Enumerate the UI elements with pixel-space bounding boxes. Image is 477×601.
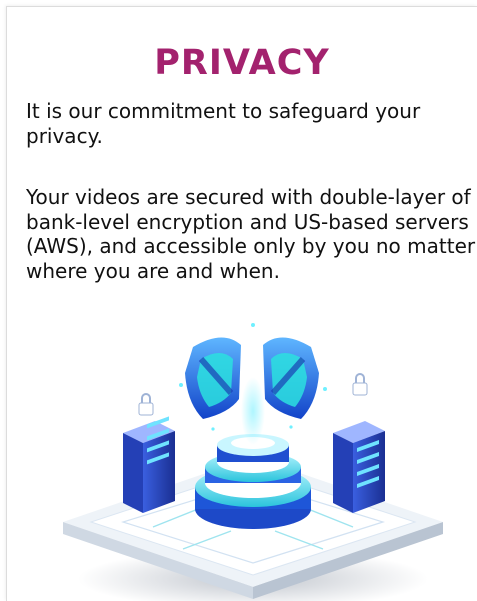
left-lock-icon [138,393,154,416]
commitment-paragraph: It is our commitment to safeguard your p… [26,99,421,148]
right-server-tower-icon [333,421,385,513]
left-server-tower-icon [123,416,175,513]
left-shield-icon [185,337,241,419]
privacy-card: PRIVACY It is our commitment to safeguar… [6,6,477,601]
right-lock-icon [352,373,368,396]
security-paragraph: Your videos are secured with double-laye… [26,185,476,283]
central-server-stack [195,434,311,529]
secure-server-illustration [63,323,443,601]
right-shield-icon [263,337,319,419]
privacy-title: PRIVACY [154,43,330,83]
